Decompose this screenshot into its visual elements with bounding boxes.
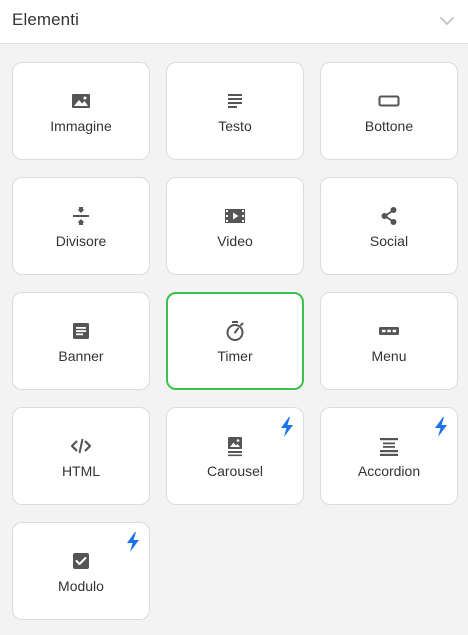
- element-label: Carousel: [206, 463, 264, 479]
- button-icon: [378, 90, 400, 112]
- lightning-bolt-icon: [125, 532, 141, 552]
- element-tile-timer[interactable]: Timer: [166, 292, 304, 390]
- video-icon: [224, 205, 246, 227]
- element-tile-html[interactable]: HTML: [12, 407, 150, 505]
- element-label: Accordion: [357, 463, 421, 479]
- element-tile-accordion[interactable]: Accordion: [320, 407, 458, 505]
- element-label: Bottone: [364, 118, 414, 134]
- carousel-icon: [224, 435, 246, 457]
- elements-grid: Immagine Testo Bottone Divisore Video So…: [12, 62, 458, 620]
- form-checkbox-icon: [70, 550, 92, 572]
- element-label: Menu: [371, 348, 407, 364]
- element-label: Video: [217, 233, 253, 249]
- banner-icon: [70, 320, 92, 342]
- element-tile-social[interactable]: Social: [320, 177, 458, 275]
- image-icon: [70, 90, 92, 112]
- element-tile-video[interactable]: Video: [166, 177, 304, 275]
- element-tile-menu[interactable]: Menu: [320, 292, 458, 390]
- share-icon: [378, 205, 400, 227]
- element-tile-banner[interactable]: Banner: [12, 292, 150, 390]
- element-tile-carousel[interactable]: Carousel: [166, 407, 304, 505]
- element-label: Immagine: [50, 118, 112, 134]
- chevron-down-icon[interactable]: [438, 12, 456, 30]
- divider-icon: [70, 205, 92, 227]
- element-label: Social: [369, 233, 409, 249]
- element-tile-divisore[interactable]: Divisore: [12, 177, 150, 275]
- lightning-bolt-icon: [279, 417, 295, 437]
- timer-icon: [224, 320, 246, 342]
- element-tile-immagine[interactable]: Immagine: [12, 62, 150, 160]
- panel-title: Elementi: [12, 10, 79, 29]
- element-label: Timer: [217, 348, 253, 364]
- element-tile-testo[interactable]: Testo: [166, 62, 304, 160]
- element-label: Divisore: [55, 233, 107, 249]
- element-label: Banner: [58, 348, 104, 364]
- lightning-bolt-icon: [433, 417, 449, 437]
- element-tile-modulo[interactable]: Modulo: [12, 522, 150, 620]
- text-icon: [224, 90, 246, 112]
- panel-header: Elementi: [0, 0, 468, 44]
- code-icon: [70, 435, 92, 457]
- element-label: Testo: [218, 118, 252, 134]
- accordion-icon: [378, 435, 400, 457]
- element-label: HTML: [61, 463, 101, 479]
- menu-icon: [378, 320, 400, 342]
- element-tile-bottone[interactable]: Bottone: [320, 62, 458, 160]
- element-label: Modulo: [58, 578, 104, 594]
